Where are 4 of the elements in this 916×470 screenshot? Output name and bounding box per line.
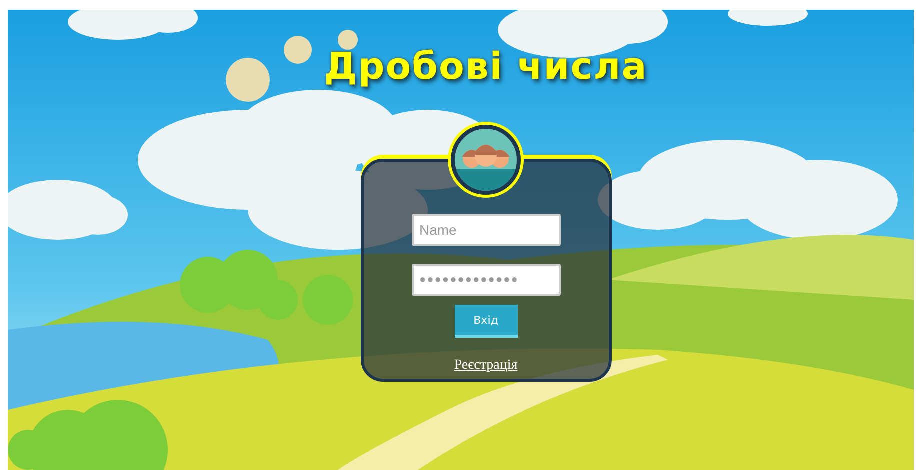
name-field[interactable]: Name: [412, 214, 560, 246]
page-title: Дробові числа: [324, 44, 648, 90]
register-link[interactable]: Реєстрація: [454, 358, 518, 374]
password-field[interactable]: ●●●●●●●●●●●●●: [412, 264, 560, 296]
